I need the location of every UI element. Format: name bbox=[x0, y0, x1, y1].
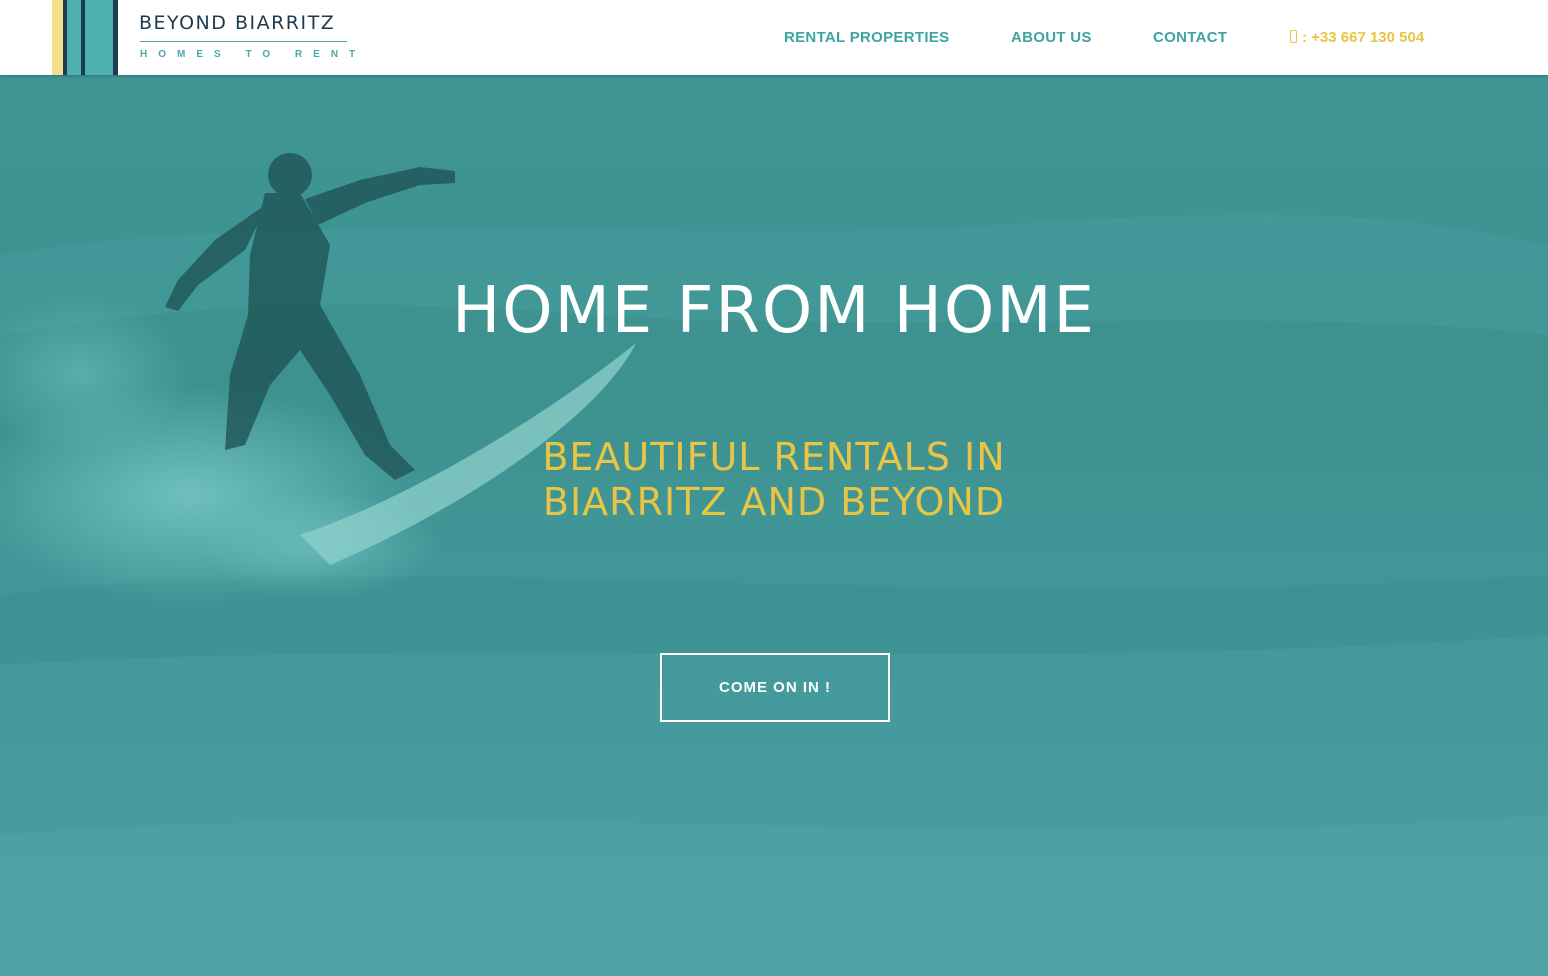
hero-subtitle-line-1: BEAUTIFUL RENTALS IN bbox=[542, 435, 1006, 479]
brand-logo[interactable]: BEYOND BIARRITZ HOMES TO RENT bbox=[48, 0, 358, 75]
brand-name: BEYOND BIARRITZ bbox=[139, 12, 336, 34]
brand-divider bbox=[140, 41, 347, 42]
brand-tagline: HOMES TO RENT bbox=[140, 49, 367, 60]
mobile-phone-icon bbox=[1290, 30, 1297, 43]
phone-link[interactable]: : +33 667 130 504 bbox=[1290, 29, 1424, 46]
nav-rental-properties[interactable]: RENTAL PROPERTIES bbox=[784, 29, 949, 46]
hero-background-image bbox=[0, 153, 1548, 976]
site-header: BEYOND BIARRITZ HOMES TO RENT RENTAL PRO… bbox=[0, 0, 1548, 75]
phone-number: : +33 667 130 504 bbox=[1302, 29, 1425, 46]
hero-subtitle-line-2: BIARRITZ AND BEYOND bbox=[542, 480, 1006, 524]
hero-section: HOME FROM HOME BEAUTIFUL RENTALS IN BIAR… bbox=[0, 75, 1548, 976]
hero-subtitle: BEAUTIFUL RENTALS IN BIARRITZ AND BEYOND bbox=[474, 435, 1074, 525]
logo-stripes bbox=[48, 0, 124, 75]
come-on-in-button[interactable]: COME ON IN ! bbox=[660, 653, 890, 722]
nav-about-us[interactable]: ABOUT US bbox=[1011, 29, 1092, 46]
hero-title: HOME FROM HOME bbox=[452, 274, 1096, 348]
nav-contact[interactable]: CONTACT bbox=[1153, 29, 1227, 46]
